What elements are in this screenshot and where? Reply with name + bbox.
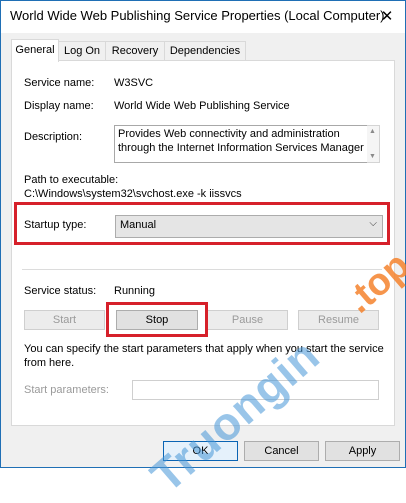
tab-log-on[interactable]: Log On	[58, 41, 106, 61]
startup-type-highlight	[14, 202, 390, 245]
title-bar[interactable]: World Wide Web Publishing Service Proper…	[1, 1, 405, 33]
service-name-value: W3SVC	[114, 77, 154, 89]
apply-button[interactable]: Apply	[325, 441, 400, 461]
ok-button[interactable]: OK	[163, 441, 238, 461]
pause-button[interactable]: Pause	[207, 310, 288, 330]
cancel-button[interactable]: Cancel	[244, 441, 319, 461]
start-parameters-input[interactable]	[132, 380, 379, 400]
stop-button-highlight	[106, 302, 208, 337]
description-scrollbar[interactable]: ▲ ▼	[367, 125, 380, 163]
service-status-label: Service status:	[24, 285, 97, 297]
resume-button[interactable]: Resume	[298, 310, 379, 330]
general-panel: Service name: W3SVC Display name: World …	[11, 60, 395, 426]
service-status-value: Running	[114, 285, 155, 297]
display-name-label: Display name:	[24, 100, 94, 112]
description-label: Description:	[24, 131, 83, 143]
start-parameters-label: Start parameters:	[24, 384, 109, 396]
window-title: World Wide Web Publishing Service Proper…	[10, 8, 385, 23]
display-name-value: World Wide Web Publishing Service	[114, 100, 290, 112]
service-name-label: Service name:	[24, 77, 95, 89]
tab-recovery[interactable]: Recovery	[105, 41, 165, 61]
properties-dialog: World Wide Web Publishing Service Proper…	[0, 0, 406, 468]
path-value: C:\Windows\system32\svchost.exe -k iissv…	[24, 188, 242, 200]
help-text: You can specify the start parameters tha…	[24, 343, 384, 369]
start-button[interactable]: Start	[24, 310, 105, 330]
triangle-up-icon[interactable]: ▲	[369, 128, 376, 135]
description-textbox[interactable]: Provides Web connectivity and administra…	[114, 125, 374, 163]
section-divider	[22, 269, 382, 270]
path-label: Path to executable:	[24, 174, 119, 186]
close-icon[interactable]: ✕	[375, 5, 399, 29]
tab-dependencies[interactable]: Dependencies	[164, 41, 246, 61]
tab-general[interactable]: General	[11, 39, 59, 62]
triangle-down-icon[interactable]: ▼	[369, 153, 376, 160]
